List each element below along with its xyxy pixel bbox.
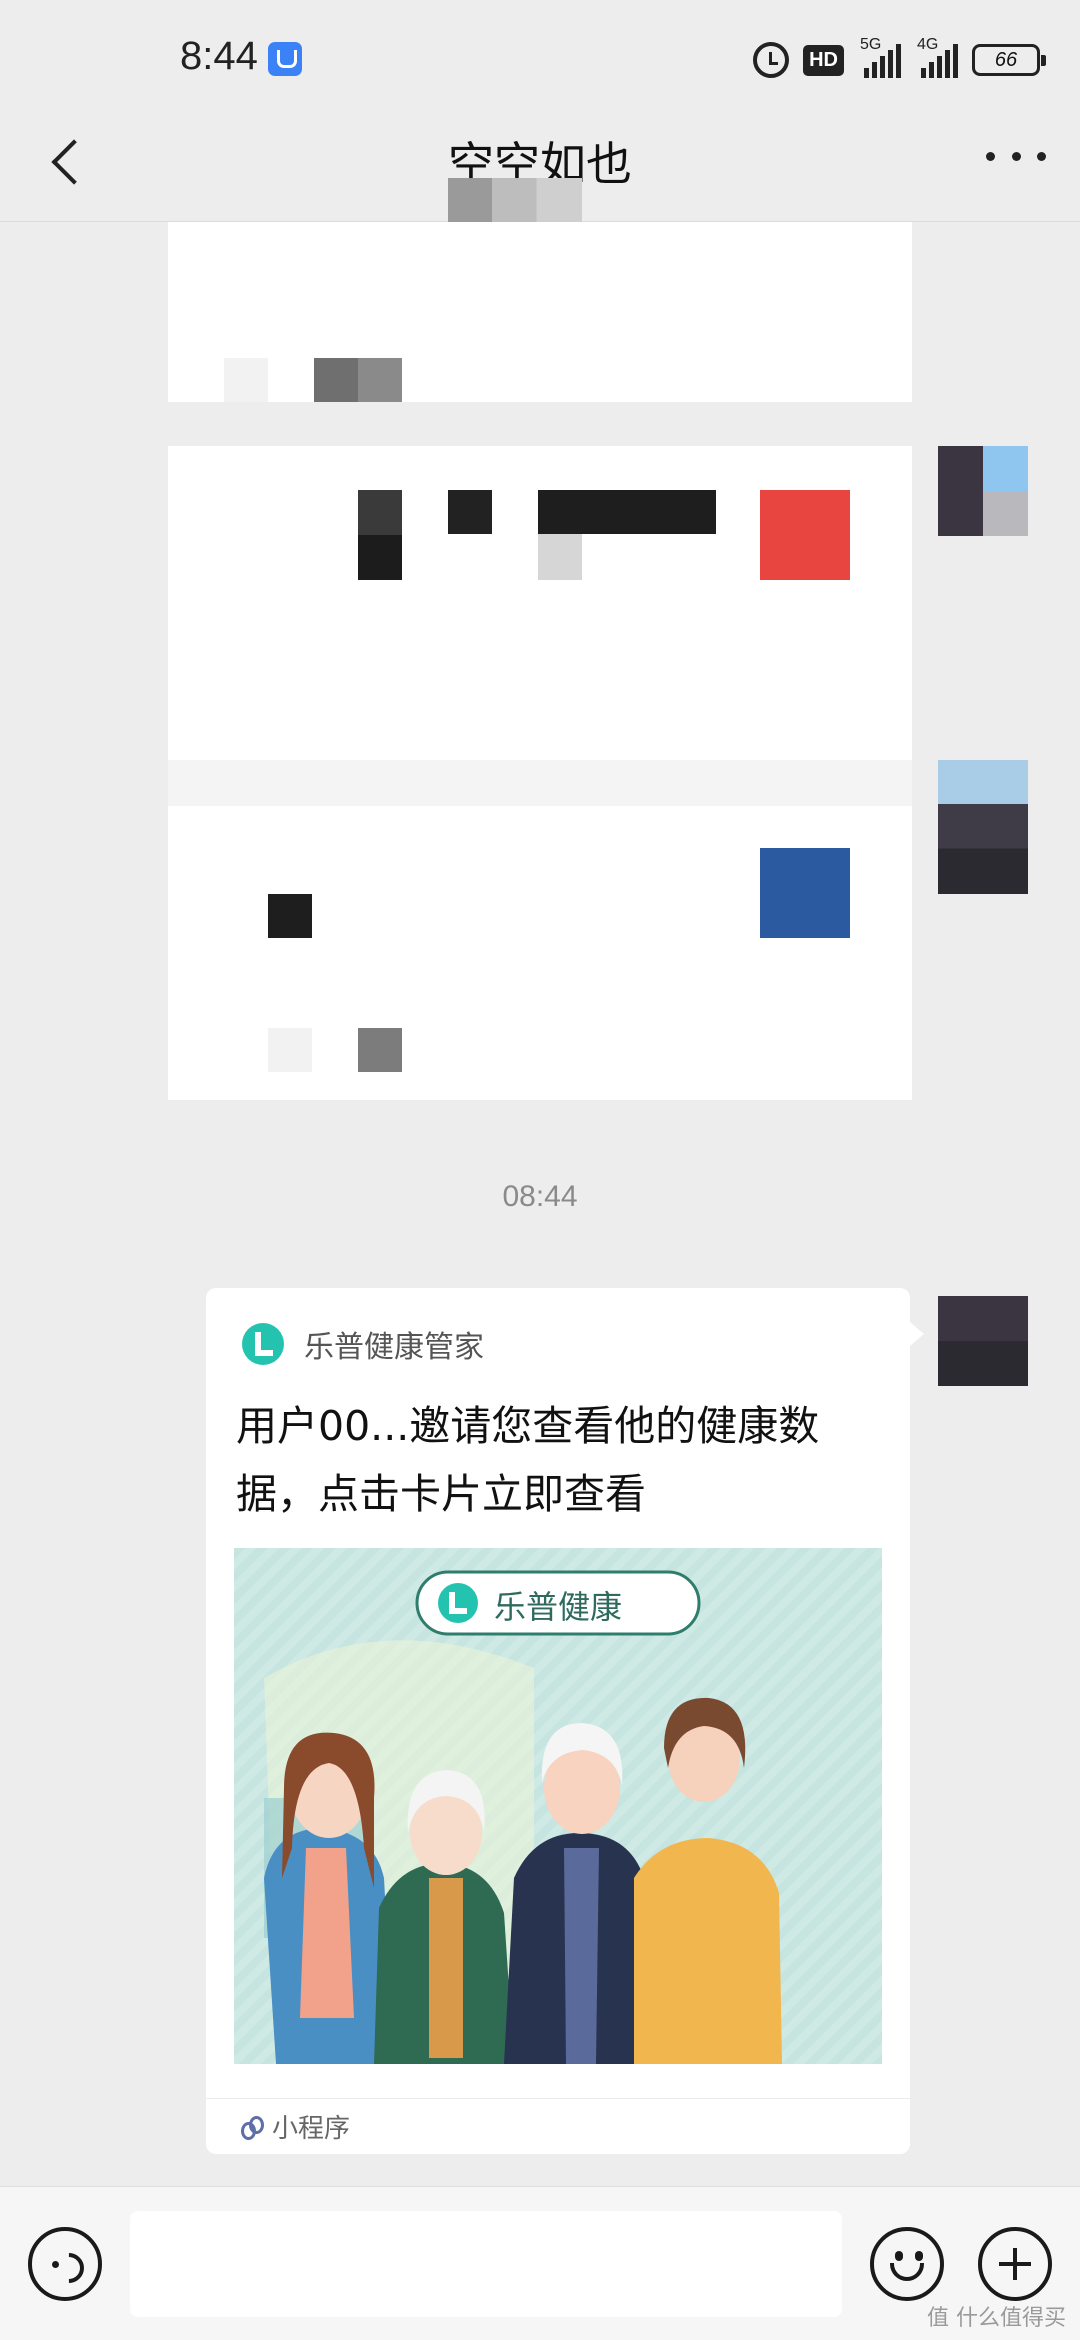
message-timestamp: 08:44 <box>502 1180 578 1213</box>
avatar[interactable] <box>938 1296 1028 1386</box>
alarm-icon <box>753 42 790 78</box>
censored-blue-block <box>760 848 850 938</box>
notification-icon <box>268 42 302 76</box>
card-header: 乐普健康管家 <box>242 1322 484 1366</box>
card-message: 用户00...邀请您查看他的健康数据，点击卡片立即查看 <box>236 1402 820 1518</box>
signal-4g-icon: 4G <box>915 36 958 78</box>
input-bar <box>0 2186 1080 2340</box>
mini-program-card[interactable]: 乐普健康管家 用户00...邀请您查看他的健康数据，点击卡片立即查看 乐普健康 … <box>206 1288 924 2154</box>
more-options-button[interactable] <box>986 144 1046 168</box>
avatar[interactable] <box>938 446 1028 536</box>
avatar[interactable] <box>938 760 1028 894</box>
status-time: 8:44 <box>180 34 258 78</box>
illustration-badge: 乐普健康 <box>494 1588 623 1626</box>
status-icons: HD 5G 4G 66 <box>753 36 1046 82</box>
watermark: 值 什么值得买 <box>927 2306 1066 2331</box>
mini-program-label: 小程序 <box>272 2114 351 2144</box>
more-functions-button[interactable] <box>978 2227 1052 2301</box>
card-illustration: 乐普健康 <box>234 1548 882 2064</box>
censored-sender-name <box>448 178 582 222</box>
app-logo-icon <box>242 1323 284 1365</box>
voice-input-button[interactable] <box>28 2227 102 2301</box>
censored-message[interactable] <box>168 222 912 402</box>
card-footer: 小程序 <box>206 2098 910 2154</box>
mini-program-icon <box>238 2114 264 2140</box>
app-name: 乐普健康管家 <box>304 1330 484 1365</box>
hd-badge: HD <box>803 44 844 76</box>
signal-5g-icon: 5G <box>858 36 901 78</box>
emoji-button[interactable] <box>870 2227 944 2301</box>
battery-icon: 66 <box>972 44 1046 76</box>
censored-red-block <box>760 490 850 580</box>
message-input[interactable] <box>130 2211 842 2317</box>
